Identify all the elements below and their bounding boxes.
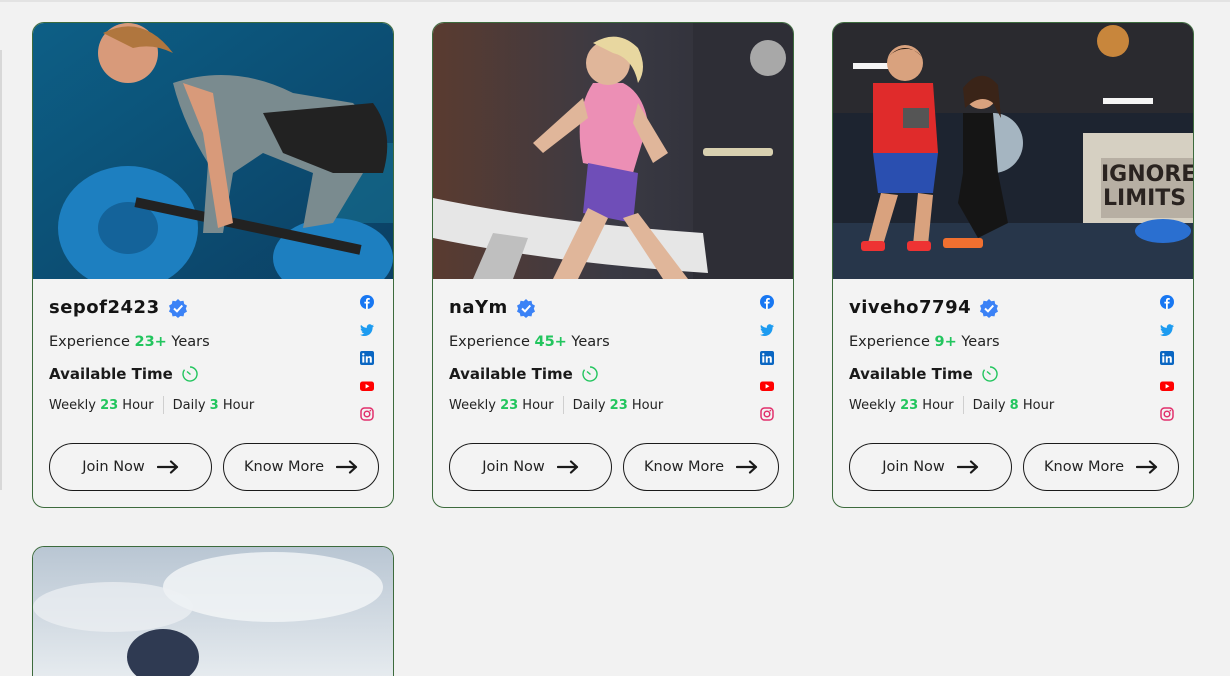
instagram-icon[interactable]	[360, 407, 374, 421]
trainer-name: naYm	[449, 297, 508, 318]
twitter-icon[interactable]	[1160, 323, 1174, 337]
know-more-button[interactable]: Know More	[223, 443, 379, 491]
svg-text:LIMITS: LIMITS	[1103, 186, 1186, 211]
hours-line: Weekly 23 Hour Daily 23 Hour	[449, 396, 664, 414]
know-more-button[interactable]: Know More	[623, 443, 779, 491]
linkedin-icon[interactable]	[760, 351, 774, 365]
daily-hours: 8	[1009, 397, 1019, 413]
timer-icon	[182, 366, 198, 382]
trainer-photo	[33, 547, 393, 676]
weekly-hours: 23	[900, 397, 919, 413]
available-time-heading: Available Time	[49, 365, 173, 383]
join-now-button[interactable]: Join Now	[49, 443, 212, 491]
left-edge-shadow	[0, 50, 2, 490]
available-time-heading: Available Time	[449, 365, 573, 383]
divider	[562, 396, 564, 414]
youtube-icon[interactable]	[760, 379, 774, 393]
trainer-card-2: naYm Experience 45+ Years Available Time…	[432, 22, 794, 508]
experience-value: 9+	[934, 334, 957, 350]
trainer-photo	[33, 23, 393, 279]
trainer-photo: IGNORE LIMITS	[833, 23, 1194, 279]
weekly-hours: 23	[100, 397, 119, 413]
arrow-right-icon	[735, 460, 758, 474]
hours-line: Weekly 23 Hour Daily 8 Hour	[849, 396, 1055, 414]
verified-badge-icon	[168, 298, 187, 318]
trainer-card-4	[32, 546, 394, 676]
trainer-name: viveho7794	[849, 297, 972, 318]
hours-line: Weekly 23 Hour Daily 3 Hour	[49, 396, 255, 414]
wall-sign: IGNORE	[1101, 162, 1194, 187]
arrow-right-icon	[1135, 460, 1158, 474]
facebook-icon[interactable]	[760, 295, 774, 309]
experience-line: Experience 45+ Years	[449, 334, 610, 350]
facebook-icon[interactable]	[360, 295, 374, 309]
arrow-right-icon	[556, 460, 578, 474]
arrow-right-icon	[335, 460, 358, 474]
timer-icon	[982, 366, 998, 382]
experience-value: 45+	[534, 334, 567, 350]
divider	[162, 396, 164, 414]
experience-line: Experience 9+ Years	[849, 334, 1000, 350]
arrow-right-icon	[956, 460, 978, 474]
social-links	[360, 295, 376, 435]
youtube-icon[interactable]	[360, 379, 374, 393]
top-divider	[0, 0, 1230, 2]
experience-line: Experience 23+ Years	[49, 334, 210, 350]
daily-hours: 3	[209, 397, 219, 413]
social-links	[760, 295, 776, 435]
join-now-button[interactable]: Join Now	[449, 443, 612, 491]
trainer-photo	[433, 23, 793, 279]
experience-value: 23+	[134, 334, 167, 350]
know-more-button[interactable]: Know More	[1023, 443, 1179, 491]
daily-hours: 23	[609, 397, 628, 413]
verified-badge-icon	[516, 298, 535, 318]
facebook-icon[interactable]	[1160, 295, 1174, 309]
weekly-hours: 23	[500, 397, 519, 413]
twitter-icon[interactable]	[760, 323, 774, 337]
trainer-card-1: sepof2423 Experience 23+ Years Available…	[32, 22, 394, 508]
social-links	[1160, 295, 1176, 435]
verified-badge-icon	[980, 298, 999, 318]
trainer-card-3: IGNORE LIMITS viveho7794 Experience 9+ Y…	[832, 22, 1194, 508]
trainer-name: sepof2423	[49, 297, 160, 318]
available-time-heading: Available Time	[849, 365, 973, 383]
youtube-icon[interactable]	[1160, 379, 1174, 393]
instagram-icon[interactable]	[1160, 407, 1174, 421]
arrow-right-icon	[156, 460, 178, 474]
linkedin-icon[interactable]	[360, 351, 374, 365]
twitter-icon[interactable]	[360, 323, 374, 337]
join-now-button[interactable]: Join Now	[849, 443, 1012, 491]
divider	[962, 396, 964, 414]
instagram-icon[interactable]	[760, 407, 774, 421]
linkedin-icon[interactable]	[1160, 351, 1174, 365]
timer-icon	[582, 366, 598, 382]
